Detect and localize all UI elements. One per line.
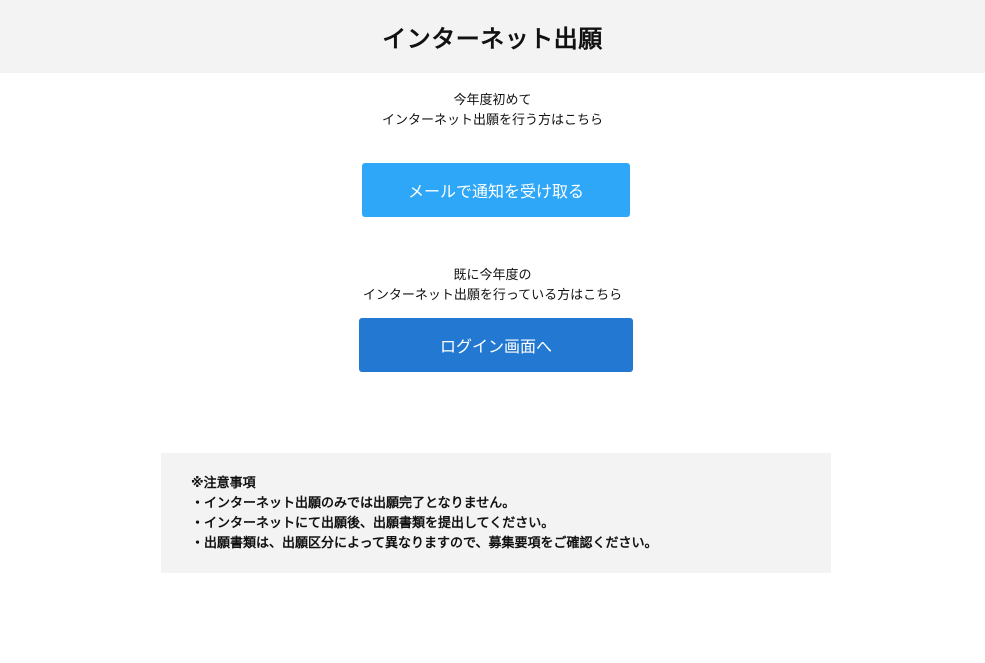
existing-applicant-section: 既に今年度の インターネット出願を行っている方はこちら: [0, 266, 985, 306]
page-title: インターネット出願: [382, 25, 603, 53]
new-applicant-line1: 今年度初めて: [453, 93, 532, 108]
receive-email-button[interactable]: メールで通知を受け取る: [362, 163, 630, 217]
notice-item: ・出願書類は、出願区分によって異なりますので、募集要項をご確認ください。: [191, 536, 658, 551]
notice-box: ※注意事項 ・インターネット出願のみでは出願完了となりません。 ・インターネット…: [161, 453, 831, 573]
new-applicant-section: 今年度初めて インターネット出願を行う方はこちら: [0, 91, 985, 131]
page-header: インターネット出願: [0, 0, 985, 73]
existing-applicant-line2: インターネット出願を行っている方はこちら: [362, 288, 623, 303]
notice-heading: ※注意事項: [191, 476, 256, 491]
notice-item: ・インターネットにて出願後、出願書類を提出してください。: [191, 516, 555, 531]
existing-applicant-line1: 既に今年度の: [453, 268, 532, 283]
new-applicant-line2: インターネット出願を行う方はこちら: [381, 113, 603, 128]
login-button[interactable]: ログイン画面へ: [359, 318, 633, 372]
notice-item: ・インターネット出願のみでは出願完了となりません。: [191, 496, 516, 511]
